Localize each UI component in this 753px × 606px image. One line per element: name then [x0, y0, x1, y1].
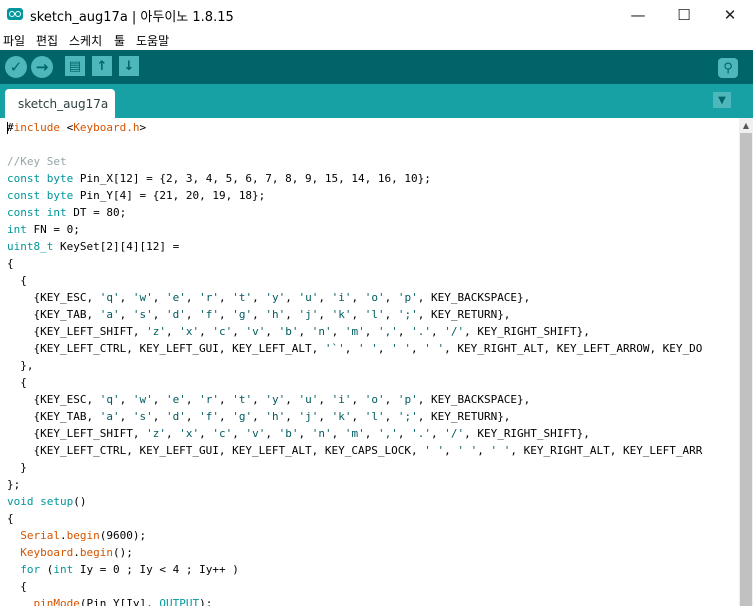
tab-sketch-aug17a[interactable]: sketch_aug17a	[5, 89, 115, 118]
close-button[interactable]: ✕	[707, 0, 753, 30]
arduino-logo-icon	[7, 8, 23, 20]
new-sketch-button[interactable]: ▤	[65, 56, 85, 76]
window-title: sketch_aug17a | 아두이노 1.8.15	[30, 10, 234, 25]
text-caret	[7, 122, 8, 134]
tab-menu-button[interactable]: ▼	[713, 92, 731, 108]
save-sketch-button[interactable]: ↓	[119, 56, 139, 76]
open-sketch-button[interactable]: ↑	[92, 56, 112, 76]
verify-button[interactable]: ✓	[5, 56, 27, 78]
scroll-thumb[interactable]	[740, 133, 752, 606]
title-bar: sketch_aug17a | 아두이노 1.8.15 — ☐ ✕	[0, 0, 753, 30]
code-text[interactable]: #include <Keyboard.h> //Key Set const by…	[7, 119, 702, 606]
menu-help[interactable]: 도움말	[136, 32, 169, 49]
toolbar: ✓ → ▤ ↑ ↓	[0, 50, 753, 84]
minimize-button[interactable]: —	[615, 0, 661, 30]
tab-label: sketch_aug17a	[18, 97, 109, 111]
menu-bar: 파일 편집 스케치 툴 도움말	[0, 30, 753, 51]
menu-tools[interactable]: 툴	[114, 32, 125, 49]
tab-strip: sketch_aug17a	[0, 84, 753, 118]
maximize-button[interactable]: ☐	[661, 0, 707, 30]
upload-button[interactable]: →	[31, 56, 53, 78]
serial-monitor-button[interactable]: ⚲	[718, 58, 738, 78]
scroll-up-arrow[interactable]: ▲	[739, 118, 753, 132]
code-editor[interactable]: #include <Keyboard.h> //Key Set const by…	[0, 118, 739, 606]
menu-sketch[interactable]: 스케치	[69, 32, 102, 49]
editor-scrollbar[interactable]: ▲	[739, 118, 753, 606]
menu-file[interactable]: 파일	[3, 32, 25, 49]
menu-edit[interactable]: 편집	[36, 32, 58, 49]
